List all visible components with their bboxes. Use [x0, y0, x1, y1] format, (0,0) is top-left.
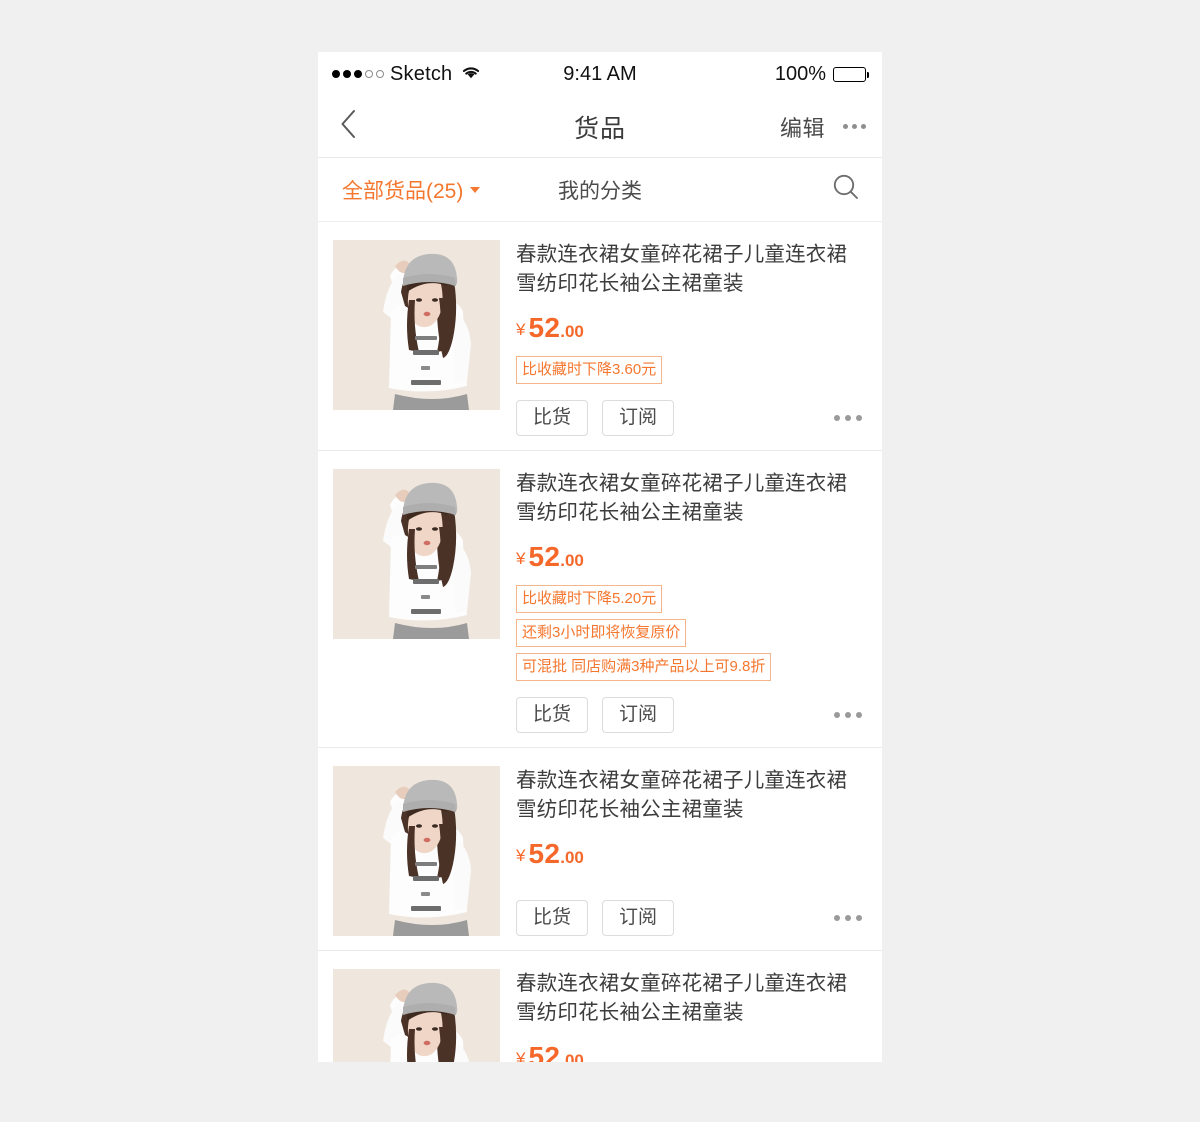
- status-bar-right: 100%: [774, 62, 869, 86]
- product-actions: 比货 订阅: [516, 384, 862, 436]
- compare-button[interactable]: 比货: [516, 900, 589, 936]
- price-main: 52: [528, 312, 561, 343]
- product-list-item[interactable]: 春款连衣裙女童碎花裙子儿童连衣裙雪纺印花长袖公主裙童装 ¥52.00 比货 订阅: [318, 748, 882, 951]
- product-price: ¥52.00: [516, 312, 862, 344]
- wifi-icon: [460, 64, 482, 85]
- product-info: 春款连衣裙女童碎花裙子儿童连衣裙雪纺印花长袖公主裙童装 ¥52.00 比收藏时下…: [500, 240, 862, 436]
- product-tag: 比收藏时下降3.60元: [516, 356, 663, 384]
- product-list-item[interactable]: 春款连衣裙女童碎花裙子儿童连衣裙雪纺印花长袖公主裙童装 ¥52.00 比货 订阅: [318, 951, 882, 1062]
- product-title: 春款连衣裙女童碎花裙子儿童连衣裙雪纺印花长袖公主裙童装: [516, 243, 848, 295]
- product-title: 春款连衣裙女童碎花裙子儿童连衣裙雪纺印花长袖公主裙童装: [516, 472, 848, 524]
- signal-strength-icon: [332, 70, 384, 78]
- product-more-icon[interactable]: [834, 915, 862, 921]
- product-info: 春款连衣裙女童碎花裙子儿童连衣裙雪纺印花长袖公主裙童装 ¥52.00 比收藏时下…: [500, 469, 862, 733]
- carrier-label: Sketch: [390, 62, 453, 85]
- product-list-item[interactable]: 春款连衣裙女童碎花裙子儿童连衣裙雪纺印花长袖公主裙童装 ¥52.00 比收藏时下…: [318, 222, 882, 451]
- currency-symbol: ¥: [516, 1049, 526, 1062]
- compare-button[interactable]: 比货: [516, 400, 589, 436]
- navigation-actions: 编辑: [780, 111, 866, 143]
- chevron-left-icon: [338, 108, 358, 145]
- product-list: 春款连衣裙女童碎花裙子儿童连衣裙雪纺印花长袖公主裙童装 ¥52.00 比收藏时下…: [318, 222, 882, 1062]
- price-cents: .00: [560, 322, 584, 341]
- product-tag: 比收藏时下降5.20元: [516, 585, 663, 613]
- product-title: 春款连衣裙女童碎花裙子儿童连衣裙雪纺印花长袖公主裙童装: [516, 769, 848, 821]
- currency-symbol: ¥: [516, 320, 526, 339]
- edit-button[interactable]: 编辑: [780, 111, 825, 143]
- compare-button[interactable]: 比货: [516, 697, 589, 733]
- product-thumbnail[interactable]: [333, 469, 500, 639]
- currency-symbol: ¥: [516, 549, 526, 568]
- search-icon: [830, 171, 862, 208]
- battery-full-icon: [833, 66, 869, 82]
- currency-symbol: ¥: [516, 846, 526, 865]
- ellipsis-icon[interactable]: [843, 124, 866, 129]
- product-info: 春款连衣裙女童碎花裙子儿童连衣裙雪纺印花长袖公主裙童装 ¥52.00 比货 订阅: [500, 969, 862, 1062]
- product-list-item[interactable]: 春款连衣裙女童碎花裙子儿童连衣裙雪纺印花长袖公主裙童装 ¥52.00 比收藏时下…: [318, 451, 882, 748]
- product-price: ¥52.00: [516, 1041, 862, 1062]
- chevron-down-icon: [470, 186, 481, 193]
- filter-all-goods[interactable]: 全部货品(25): [342, 175, 481, 205]
- filter-bar: 全部货品(25) 我的分类: [318, 158, 882, 222]
- product-more-icon[interactable]: [834, 712, 862, 718]
- product-title: 春款连衣裙女童碎花裙子儿童连衣裙雪纺印花长袖公主裙童装: [516, 972, 848, 1024]
- product-actions: 比货 订阅: [516, 884, 862, 936]
- price-main: 52: [528, 541, 561, 572]
- status-bar: Sketch 9:41 AM 100%: [318, 52, 882, 96]
- product-tag: 还剩3小时即将恢复原价: [516, 619, 687, 647]
- battery-percent-label: 100%: [774, 62, 826, 85]
- product-tag: 可混批 同店购满3种产品以上可9.8折: [516, 653, 772, 681]
- price-cents: .00: [560, 1051, 584, 1062]
- filter-all-goods-label: 全部货品(25): [342, 179, 464, 203]
- price-cents: .00: [560, 848, 584, 867]
- subscribe-button[interactable]: 订阅: [602, 400, 675, 436]
- product-thumbnail[interactable]: [333, 240, 500, 410]
- product-info: 春款连衣裙女童碎花裙子儿童连衣裙雪纺印花长袖公主裙童装 ¥52.00 比货 订阅: [500, 766, 862, 936]
- product-more-icon[interactable]: [834, 415, 862, 421]
- back-button[interactable]: [338, 108, 372, 145]
- product-actions: 比货 订阅: [516, 681, 862, 733]
- product-tags: 比收藏时下降5.20元 还剩3小时即将恢复原价可混批 同店购满3种产品以上可9.8…: [516, 585, 862, 681]
- subscribe-button[interactable]: 订阅: [602, 697, 675, 733]
- product-price: ¥52.00: [516, 541, 862, 573]
- phone-screen: Sketch 9:41 AM 100% 货品 编辑 全部货品(25) 我的分类 …: [318, 52, 882, 1062]
- price-main: 52: [528, 838, 561, 869]
- product-thumbnail[interactable]: [333, 969, 500, 1062]
- status-bar-left: Sketch: [332, 63, 482, 86]
- subscribe-button[interactable]: 订阅: [602, 900, 675, 936]
- product-price: ¥52.00: [516, 838, 862, 870]
- search-button[interactable]: [830, 171, 862, 208]
- price-cents: .00: [560, 551, 584, 570]
- navigation-bar: 货品 编辑: [318, 96, 882, 158]
- product-thumbnail[interactable]: [333, 766, 500, 936]
- product-tags: 比收藏时下降3.60元: [516, 356, 862, 384]
- price-main: 52: [528, 1041, 561, 1062]
